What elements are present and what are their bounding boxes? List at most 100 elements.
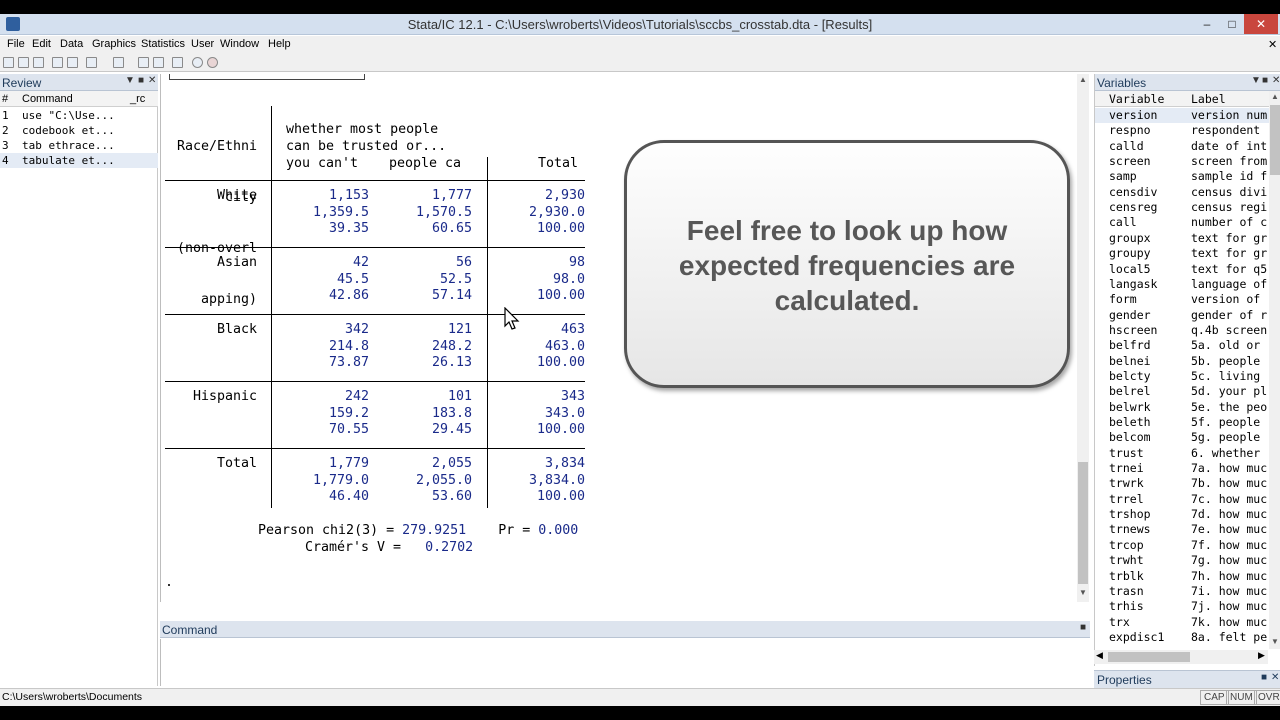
menu-window[interactable]: Window xyxy=(220,38,259,50)
cell-value: 53.60 xyxy=(431,489,472,505)
menu-file[interactable]: File xyxy=(7,38,25,50)
log-icon[interactable] xyxy=(52,57,63,68)
menu-data[interactable]: Data xyxy=(60,38,83,50)
scroll-up-icon[interactable]: ▲ xyxy=(1077,75,1089,84)
variable-row[interactable]: version version num xyxy=(1095,108,1269,123)
results-scrollbar[interactable]: ▲ ▼ xyxy=(1077,74,1089,602)
variable-row[interactable]: trwht 7g. how muc xyxy=(1095,553,1269,568)
variable-row[interactable]: form version of xyxy=(1095,292,1269,307)
pin-icon[interactable]: ■ xyxy=(1080,622,1086,633)
pin-icon-2[interactable]: ■ xyxy=(1262,75,1268,86)
mouse-cursor-icon xyxy=(504,307,520,330)
variable-name: censreg xyxy=(1109,200,1158,215)
cell-value: 100.00 xyxy=(536,288,585,304)
mdi-close-icon[interactable]: ✕ xyxy=(1268,38,1277,51)
variable-row[interactable]: trnews 7e. how muc xyxy=(1095,522,1269,537)
variable-row[interactable]: belcty 5c. living xyxy=(1095,369,1269,384)
pin-icon[interactable]: ▼ xyxy=(125,75,135,86)
variable-row[interactable]: call number of c xyxy=(1095,215,1269,230)
viewer-icon[interactable] xyxy=(67,57,78,68)
variable-row[interactable]: belcom 5g. people xyxy=(1095,430,1269,445)
pin-icon[interactable]: ■ xyxy=(1261,672,1267,683)
variable-row[interactable]: trrel 7c. how muc xyxy=(1095,492,1269,507)
variable-row[interactable]: screen screen from xyxy=(1095,154,1269,169)
menu-edit[interactable]: Edit xyxy=(32,38,51,50)
col-rc[interactable]: _rc xyxy=(130,93,145,105)
variable-row[interactable]: samp sample id f xyxy=(1095,169,1269,184)
review-row[interactable]: 1 use "C:\Use... xyxy=(0,108,158,123)
scroll-right-icon[interactable]: ▶ xyxy=(1258,650,1265,661)
variable-label: 7b. how muc xyxy=(1191,476,1268,491)
scroll-left-icon[interactable]: ◀ xyxy=(1096,650,1103,661)
pin-icon[interactable]: ▼ xyxy=(1251,75,1261,86)
variable-row[interactable]: gender gender of r xyxy=(1095,308,1269,323)
row-number: 3 xyxy=(2,139,9,152)
command-input[interactable] xyxy=(160,639,1090,686)
variable-row[interactable]: trwrk 7b. how muc xyxy=(1095,476,1269,491)
variable-row[interactable]: censreg census regi xyxy=(1095,200,1269,215)
col-variable[interactable]: Variable xyxy=(1109,92,1164,106)
close-icon[interactable]: ✕ xyxy=(1272,75,1280,86)
variable-row[interactable]: belwrk 5e. the peo xyxy=(1095,400,1269,415)
results-pane[interactable]: Race/Ethni city (non-overl apping) wheth… xyxy=(160,74,1090,602)
data-editor-icon[interactable] xyxy=(138,57,149,68)
variable-row[interactable]: trnei 7a. how muc xyxy=(1095,461,1269,476)
variables-hscrollbar[interactable]: ◀ ▶ xyxy=(1094,650,1268,664)
variable-row[interactable]: expdisc1 8a. felt pe xyxy=(1095,630,1269,645)
review-row[interactable]: 2 codebook et... xyxy=(0,123,158,138)
variable-row[interactable]: beleth 5f. people xyxy=(1095,415,1269,430)
variable-row[interactable]: groupx text for gr xyxy=(1095,231,1269,246)
menu-user[interactable]: User xyxy=(191,38,214,50)
maximize-button[interactable]: □ xyxy=(1220,14,1244,34)
data-browser-icon[interactable] xyxy=(153,57,164,68)
variables-manager-icon[interactable] xyxy=(172,57,183,68)
variable-row[interactable]: calld date of int xyxy=(1095,139,1269,154)
col-command[interactable]: Command xyxy=(22,93,73,105)
more-icon[interactable] xyxy=(192,57,203,68)
variable-row[interactable]: local5 text for q5 xyxy=(1095,262,1269,277)
review-row[interactable]: 3 tab ethrace... xyxy=(0,138,158,153)
minimize-button[interactable]: – xyxy=(1194,14,1220,34)
print-icon[interactable] xyxy=(33,57,44,68)
close-button[interactable]: ✕ xyxy=(1244,14,1278,34)
menu-statistics[interactable]: Statistics xyxy=(141,38,185,50)
scrollbar-thumb[interactable] xyxy=(1078,462,1088,584)
variable-row[interactable]: trcop 7f. how muc xyxy=(1095,538,1269,553)
scroll-down-icon[interactable]: ▼ xyxy=(1077,588,1089,597)
menu-help[interactable]: Help xyxy=(268,38,291,50)
variable-row[interactable]: belnei 5b. people xyxy=(1095,354,1269,369)
variable-row[interactable]: belrel 5d. your pl xyxy=(1095,384,1269,399)
save-icon[interactable] xyxy=(18,57,29,68)
variable-row[interactable]: trhis 7j. how muc xyxy=(1095,599,1269,614)
variable-label: 5g. people xyxy=(1191,430,1261,445)
variable-row[interactable]: respno respondent xyxy=(1095,123,1269,138)
close-icon[interactable]: ✕ xyxy=(1271,672,1279,683)
variable-row[interactable]: trblk 7h. how muc xyxy=(1095,569,1269,584)
col-label[interactable]: Label xyxy=(1191,92,1226,106)
variable-row[interactable]: trasn 7i. how muc xyxy=(1095,584,1269,599)
variable-row[interactable]: groupy text for gr xyxy=(1095,246,1269,261)
variable-row[interactable]: trust 6. whether xyxy=(1095,446,1269,461)
scroll-up-icon[interactable]: ▲ xyxy=(1269,92,1280,101)
pin-icon-2[interactable]: ■ xyxy=(138,75,144,86)
variable-row[interactable]: belfrd 5a. old or xyxy=(1095,338,1269,353)
variable-row[interactable]: trx 7k. how muc xyxy=(1095,615,1269,630)
callout-text: Feel free to look up how expected freque… xyxy=(678,215,1016,316)
close-icon[interactable]: ✕ xyxy=(148,75,156,86)
graph-icon[interactable] xyxy=(86,57,97,68)
menu-graphics[interactable]: Graphics xyxy=(92,38,136,50)
scrollbar-thumb[interactable] xyxy=(1108,652,1190,662)
variable-row[interactable]: censdiv census divi xyxy=(1095,185,1269,200)
review-row[interactable]: 4 tabulate et... xyxy=(0,153,158,168)
break-icon[interactable] xyxy=(207,57,218,68)
cell-value: 121 xyxy=(447,322,472,337)
variable-row[interactable]: trshop 7d. how muc xyxy=(1095,507,1269,522)
dofile-editor-icon[interactable] xyxy=(113,57,124,68)
scroll-down-icon[interactable]: ▼ xyxy=(1269,637,1280,646)
variables-scrollbar[interactable]: ▲ ▼ xyxy=(1269,91,1280,649)
col-number[interactable]: # xyxy=(2,93,8,105)
open-icon[interactable] xyxy=(3,57,14,68)
variable-row[interactable]: langask language of xyxy=(1095,277,1269,292)
variable-row[interactable]: hscreen q.4b screen xyxy=(1095,323,1269,338)
scrollbar-thumb[interactable] xyxy=(1270,105,1280,175)
